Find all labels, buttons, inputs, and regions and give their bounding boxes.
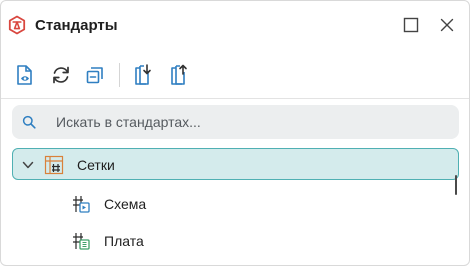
toolbar-separator bbox=[119, 63, 120, 87]
scrollbar[interactable] bbox=[455, 175, 457, 195]
maximize-button[interactable] bbox=[401, 15, 421, 35]
close-button[interactable] bbox=[437, 15, 457, 35]
tree-item-grids[interactable]: Сетки bbox=[12, 148, 459, 180]
tree-item-board[interactable]: Плата bbox=[12, 226, 452, 256]
tree-item-label: Схема bbox=[104, 196, 147, 212]
collapse-icon bbox=[86, 67, 103, 84]
schematic-grid-icon bbox=[71, 194, 91, 214]
view-document-button[interactable] bbox=[13, 63, 37, 87]
collapse-all-button[interactable] bbox=[83, 63, 107, 87]
grid-icon bbox=[44, 155, 64, 175]
standards-logo-icon bbox=[7, 15, 27, 35]
tree-item-schematic[interactable]: Схема bbox=[12, 189, 452, 219]
search-icon bbox=[22, 115, 36, 129]
tree-item-label: Сетки bbox=[77, 157, 115, 173]
standards-panel: Стандарты Искать в стандартах... Сетки С… bbox=[0, 0, 470, 266]
document-eye-icon bbox=[17, 65, 32, 85]
toolbar-divider bbox=[1, 98, 469, 99]
panel-title: Стандарты bbox=[35, 17, 118, 34]
export-button[interactable] bbox=[167, 63, 191, 87]
board-grid-icon bbox=[71, 231, 91, 251]
tree-item-label: Плата bbox=[104, 233, 144, 249]
chevron-down-icon[interactable] bbox=[21, 158, 35, 172]
import-button[interactable] bbox=[131, 63, 155, 87]
refresh-icon bbox=[53, 66, 69, 84]
maximize-icon bbox=[403, 17, 419, 33]
export-icon bbox=[171, 64, 187, 85]
panel-header: Стандарты bbox=[1, 1, 469, 49]
search-box bbox=[12, 105, 459, 139]
close-icon bbox=[440, 18, 454, 32]
import-icon bbox=[135, 64, 151, 85]
refresh-button[interactable] bbox=[49, 63, 73, 87]
search-input[interactable] bbox=[56, 105, 446, 139]
toolbar bbox=[1, 57, 469, 93]
